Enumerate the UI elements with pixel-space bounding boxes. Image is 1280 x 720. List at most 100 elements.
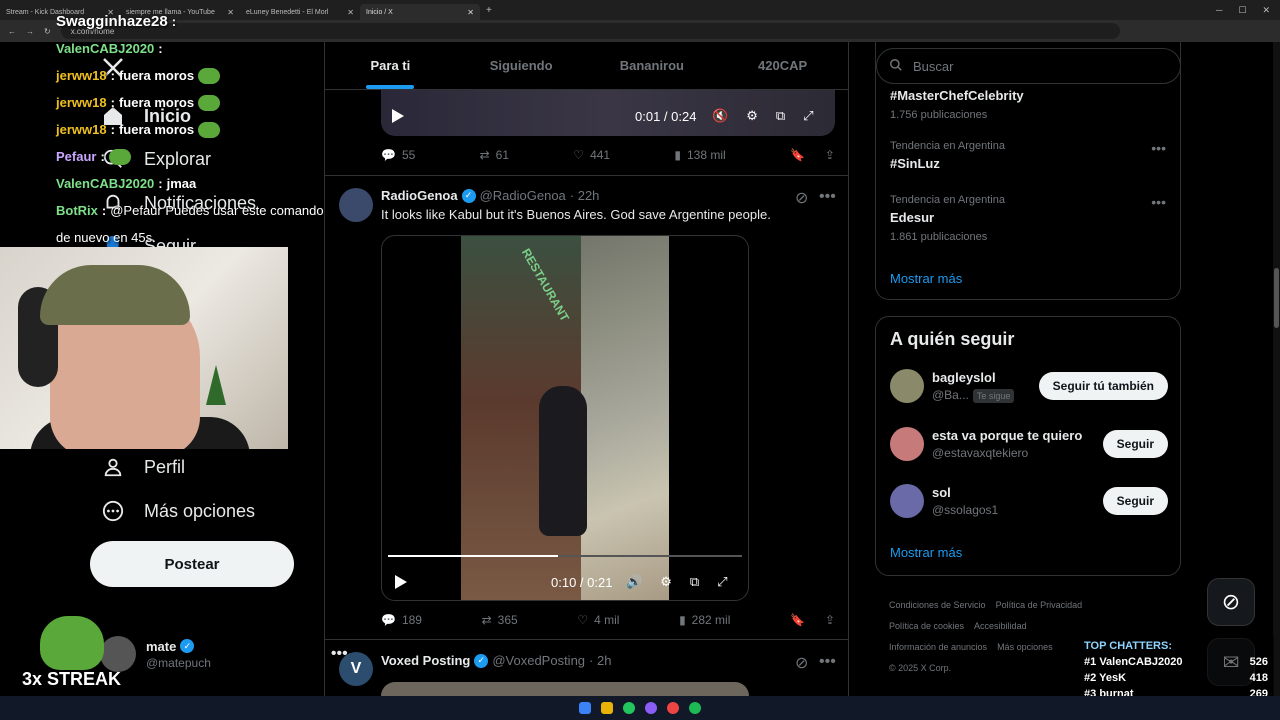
grok-icon[interactable]: ⊘ bbox=[795, 653, 808, 673]
rank: #2 bbox=[1084, 672, 1097, 684]
views-button[interactable]: ▮ 282 mil bbox=[679, 613, 730, 627]
tab-siguiendo[interactable]: Siguiendo bbox=[456, 42, 587, 89]
more-dots-icon[interactable]: ••• bbox=[819, 188, 836, 206]
more-dots-icon[interactable]: ••• bbox=[1151, 194, 1166, 210]
tweet3-header: Voxed Posting ✓ @VoxedPosting · 2h bbox=[381, 653, 611, 668]
share-icon[interactable]: ⇪ bbox=[825, 613, 835, 627]
video-person bbox=[539, 386, 587, 536]
follow-button[interactable]: Seguir bbox=[1102, 487, 1168, 515]
video-progress[interactable] bbox=[388, 555, 742, 557]
post-button[interactable]: Postear bbox=[90, 541, 294, 587]
who-to-follow-panel: A quién seguir bagleyslol @Ba... Te sigue… bbox=[875, 316, 1181, 576]
chat-text: jmaa bbox=[166, 176, 197, 191]
play-icon[interactable] bbox=[394, 574, 408, 590]
discord-icon[interactable] bbox=[645, 702, 657, 714]
chat-message: ValenCABJ2020: bbox=[56, 41, 163, 56]
suggestion-handle: @Ba... bbox=[932, 388, 969, 402]
follow-suggestion[interactable]: esta va porque te quiero @estavaxqtekier… bbox=[890, 427, 1168, 461]
like-button[interactable]: ♡ 441 bbox=[573, 148, 610, 162]
show-more-link[interactable]: Mostrar más bbox=[890, 271, 962, 286]
suggestion-handle: @ssolagos1 bbox=[932, 503, 999, 517]
spotify-icon[interactable] bbox=[689, 702, 701, 714]
footer-accessibility[interactable]: Accesibilidad bbox=[974, 621, 1027, 631]
mute-icon[interactable]: 🔇 bbox=[712, 108, 728, 124]
chatter-name: ValenCABJ2020 bbox=[1099, 656, 1183, 668]
footer-terms[interactable]: Condiciones de Servicio bbox=[889, 600, 986, 610]
tweet2-video[interactable]: RESTAURANT 0:10 / 0:21 🔊 ⚙ ⧉ ⤢ bbox=[381, 235, 749, 601]
new-tab-icon[interactable]: + bbox=[486, 5, 492, 16]
more-dots-icon[interactable]: ••• bbox=[1151, 140, 1166, 156]
reply-button[interactable]: 💬 55 bbox=[381, 148, 415, 162]
chat-user: jerww18 bbox=[56, 68, 107, 83]
tab-bananirou[interactable]: Bananirou bbox=[587, 42, 718, 89]
repost-button[interactable]: ⇄ 61 bbox=[480, 148, 509, 162]
forward-icon[interactable]: → bbox=[26, 27, 34, 36]
chrome-icon[interactable] bbox=[623, 702, 635, 714]
post-time[interactable]: · 22h bbox=[570, 188, 600, 203]
bookmark-button[interactable]: 🔖 ⇪ bbox=[790, 613, 835, 627]
reply-button[interactable]: 💬 189 bbox=[381, 613, 422, 627]
repost-button[interactable]: ⇄ 365 bbox=[482, 613, 518, 627]
reload-icon[interactable]: ↻ bbox=[44, 27, 51, 36]
windows-start-icon[interactable] bbox=[579, 702, 591, 714]
scrollbar-thumb[interactable] bbox=[1274, 268, 1279, 328]
footer-privacy[interactable]: Política de Privacidad bbox=[996, 600, 1083, 610]
follow-suggestion[interactable]: sol @ssolagos1 Seguir bbox=[890, 484, 1168, 518]
footer-cookies[interactable]: Política de cookies bbox=[889, 621, 964, 631]
follow-back-button[interactable]: Seguir tú también bbox=[1038, 372, 1168, 400]
pip-icon[interactable]: ⧉ bbox=[776, 108, 785, 124]
author-name[interactable]: Voxed Posting bbox=[381, 653, 470, 668]
show-more-link[interactable]: Mostrar más bbox=[890, 545, 962, 560]
avatar[interactable]: V bbox=[339, 652, 373, 686]
follow-button[interactable]: Seguir bbox=[1102, 430, 1168, 458]
nav-more[interactable]: Más opciones bbox=[100, 500, 255, 522]
suggestion-name: bagleyslol bbox=[932, 370, 996, 385]
close-icon[interactable]: ✕ bbox=[467, 8, 474, 17]
obs-icon[interactable] bbox=[667, 702, 679, 714]
folder-icon[interactable] bbox=[601, 702, 613, 714]
play-icon[interactable] bbox=[391, 108, 405, 124]
chatter-count: 526 bbox=[1249, 656, 1268, 668]
author-handle[interactable]: @VoxedPosting bbox=[492, 653, 585, 668]
views-button[interactable]: ▮ 138 mil bbox=[674, 148, 725, 162]
window-close-icon[interactable]: ✕ bbox=[1262, 5, 1270, 16]
volume-icon[interactable]: 🔊 bbox=[626, 574, 642, 590]
maximize-icon[interactable]: ☐ bbox=[1238, 5, 1246, 16]
tweet3-media[interactable] bbox=[381, 682, 749, 696]
follows-you-badge: Te sigue bbox=[972, 389, 1015, 403]
footer-ads[interactable]: Información de anuncios bbox=[889, 642, 987, 652]
more-dots-icon[interactable]: ••• bbox=[819, 653, 836, 671]
minimize-icon[interactable]: ─ bbox=[1216, 5, 1222, 16]
avatar bbox=[890, 427, 924, 461]
author-name[interactable]: RadioGenoa bbox=[381, 188, 458, 203]
like-button[interactable]: ♡ 4 mil bbox=[577, 613, 619, 627]
footer-more[interactable]: Más opciones bbox=[997, 642, 1053, 652]
pip-icon[interactable]: ⧉ bbox=[690, 574, 699, 590]
tweet1-actions: 💬 55 ⇄ 61 ♡ 441 ▮ 138 mil 🔖 ⇪ bbox=[381, 148, 835, 162]
scrollbar[interactable] bbox=[1273, 42, 1280, 696]
back-icon[interactable]: ← bbox=[8, 27, 16, 36]
post-time[interactable]: · 2h bbox=[589, 653, 611, 668]
chat-text: fuera moros bbox=[118, 122, 195, 137]
fullscreen-icon[interactable]: ⤢ bbox=[803, 108, 813, 124]
follow-suggestion[interactable]: bagleyslol @Ba... Te sigue Seguir tú tamb… bbox=[890, 369, 1168, 403]
webcam-overlay bbox=[0, 247, 288, 449]
chatter-name: YesK bbox=[1099, 672, 1127, 684]
settings-icon[interactable]: ⚙ bbox=[746, 108, 758, 124]
trend-item[interactable]: #MasterChefCelebrity 1.756 publicaciones bbox=[890, 84, 1024, 121]
suggestion-name: sol bbox=[932, 485, 951, 500]
grok-button[interactable]: ⊘ bbox=[1207, 578, 1255, 626]
trend-item[interactable]: Tendencia en Argentina #SinLuz bbox=[890, 140, 1005, 171]
author-handle[interactable]: @RadioGenoa bbox=[480, 188, 566, 203]
settings-icon[interactable]: ⚙ bbox=[660, 574, 672, 590]
reply-count: 189 bbox=[401, 613, 422, 627]
tab-420cap[interactable]: 420CAP bbox=[717, 42, 848, 89]
grok-icon[interactable]: ⊘ bbox=[795, 188, 808, 208]
trend-item[interactable]: Tendencia en Argentina Edesur 1.861 publ… bbox=[890, 194, 1005, 243]
account-switcher[interactable]: mate ✓ @matepuch ••• bbox=[100, 636, 348, 672]
chart-icon: ▮ bbox=[679, 613, 686, 627]
share-icon[interactable]: ⇪ bbox=[825, 148, 835, 162]
fullscreen-icon[interactable]: ⤢ bbox=[717, 574, 727, 590]
bookmark-button[interactable]: 🔖 ⇪ bbox=[790, 148, 835, 162]
nav-profile[interactable]: Perfil bbox=[100, 456, 185, 478]
